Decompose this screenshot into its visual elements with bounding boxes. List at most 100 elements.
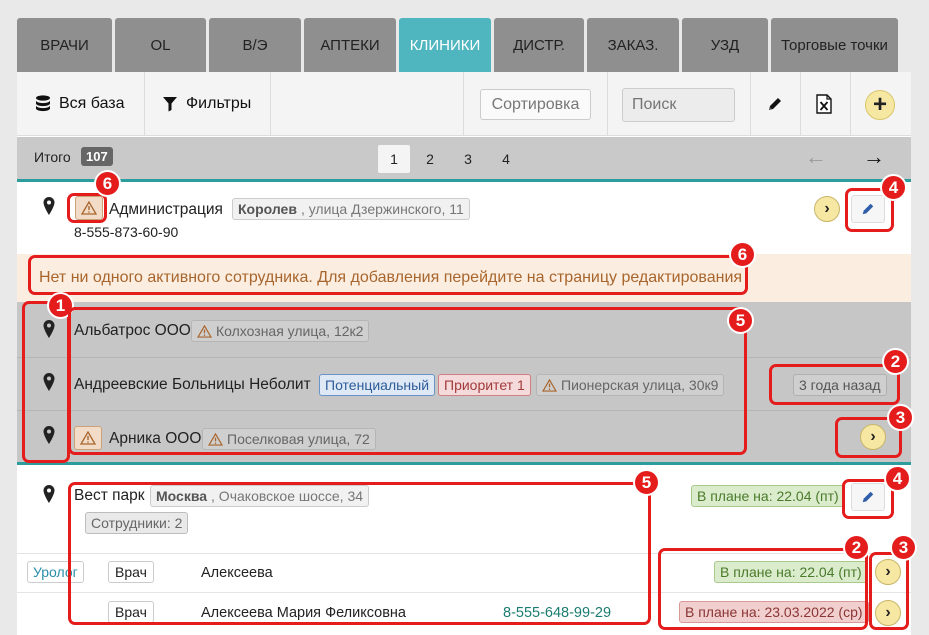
tab-clinics[interactable]: КЛИНИКИ bbox=[399, 18, 491, 72]
toolbar-divider bbox=[463, 72, 464, 136]
address-street: , улица Дзержинского, 11 bbox=[300, 201, 464, 217]
warning-icon bbox=[75, 196, 103, 220]
open-clinic-button[interactable]: › bbox=[860, 424, 886, 450]
filters-button[interactable]: Фильтры bbox=[162, 72, 251, 136]
tab-trade-points[interactable]: Торговые точки bbox=[771, 18, 898, 72]
plan-badge-overdue: В плане на: 23.03.2022 (ср) bbox=[679, 601, 869, 623]
employees-count-badge: Сотрудники: 2 bbox=[85, 512, 189, 534]
tab-ve[interactable]: В/Э bbox=[209, 18, 301, 72]
annotation-marker-5: 5 bbox=[727, 307, 754, 334]
pencil-icon bbox=[862, 203, 874, 215]
prev-page-icon[interactable]: ← bbox=[805, 146, 827, 168]
plan-badge: В плане на: 22.04 (пт) bbox=[691, 485, 845, 507]
employee-name[interactable]: Алексеева Мария Феликсовна bbox=[201, 605, 406, 621]
location-pin-icon[interactable] bbox=[42, 484, 56, 504]
open-employee-button[interactable]: › bbox=[875, 600, 901, 626]
total-count-badge: 107 bbox=[81, 147, 113, 166]
row-divider bbox=[17, 410, 911, 411]
next-page-icon[interactable]: → bbox=[863, 146, 885, 168]
export-excel-button[interactable] bbox=[816, 72, 832, 136]
clinic-name[interactable]: Альбатрос ООО bbox=[74, 322, 191, 340]
clinic-row-administration[interactable]: Администрация Королев, улица Дзержинског… bbox=[17, 182, 911, 254]
clinic-name[interactable]: Вест парк bbox=[74, 487, 145, 505]
specialty-badge: Уролог bbox=[27, 561, 84, 583]
filter-icon bbox=[163, 97, 177, 112]
edit-clinic-button[interactable] bbox=[851, 483, 885, 511]
annotation-marker-4: 4 bbox=[884, 465, 911, 492]
tab-uzd[interactable]: УЗД bbox=[682, 18, 768, 72]
annotation-marker-6: 6 bbox=[729, 241, 756, 268]
edit-mode-button[interactable] bbox=[767, 72, 783, 136]
sort-button[interactable]: Сортировка bbox=[480, 89, 591, 120]
toolbar: Вся база Фильтры Сортировка Поиск + bbox=[17, 72, 911, 136]
location-pin-icon[interactable] bbox=[42, 425, 56, 445]
clinic-address: Королев, улица Дзержинского, 11 bbox=[232, 198, 470, 220]
employee-phone[interactable]: 8-555-648-99-29 bbox=[503, 605, 611, 621]
annotation-marker-2: 2 bbox=[843, 534, 870, 561]
add-clinic-button[interactable]: + bbox=[865, 90, 895, 120]
inactive-clinics-group: Альбатрос ООО Колхозная улица, 12к2 Андр… bbox=[17, 302, 911, 462]
search-input[interactable] bbox=[622, 88, 735, 122]
employee-row[interactable]: Уролог Врач Алексеева В плане на: 22.04 … bbox=[17, 553, 911, 591]
open-employee-button[interactable]: › bbox=[875, 559, 901, 585]
clinic-name[interactable]: Андреевские Больницы Неболит bbox=[74, 376, 311, 394]
clinic-phone: 8-555-873-60-90 bbox=[74, 224, 179, 240]
chevron-right-icon: › bbox=[870, 428, 876, 445]
app-frame: ВРАЧИ OL В/Э АПТЕКИ КЛИНИКИ ДИСТР. ЗАКАЗ… bbox=[17, 0, 911, 635]
toolbar-divider bbox=[270, 72, 271, 136]
page-1-button[interactable]: 1 bbox=[378, 145, 410, 173]
page-3-button[interactable]: 3 bbox=[452, 145, 484, 173]
location-pin-icon[interactable] bbox=[42, 319, 56, 339]
clinic-address: Поселковая улица, 72 bbox=[202, 428, 376, 450]
annotation-marker-2: 2 bbox=[882, 348, 909, 375]
edit-clinic-button[interactable] bbox=[851, 195, 885, 223]
address-text: Поселковая улица, 72 bbox=[227, 431, 370, 447]
warning-icon bbox=[542, 378, 557, 392]
tab-ol[interactable]: OL bbox=[115, 18, 206, 72]
warning-text: Нет ни одного активного сотрудника. Для … bbox=[39, 269, 743, 286]
location-pin-icon[interactable] bbox=[42, 196, 56, 216]
annotation-marker-3: 3 bbox=[887, 404, 914, 431]
clinic-address: Москва, Очаковское шоссе, 34 bbox=[150, 485, 370, 507]
address-city: Королев bbox=[238, 201, 297, 217]
toolbar-divider bbox=[144, 72, 145, 136]
all-base-label: Вся база bbox=[59, 95, 125, 112]
tab-orders[interactable]: ЗАКАЗ. bbox=[587, 18, 679, 72]
clinic-address: Пионерская улица, 30к9 bbox=[536, 374, 725, 396]
address-text: Пионерская улица, 30к9 bbox=[561, 377, 719, 393]
location-pin-icon[interactable] bbox=[42, 372, 56, 392]
pagination-bar: Итого 107 1 2 3 4 ← → bbox=[17, 137, 911, 179]
address-text: Колхозная улица, 12к2 bbox=[216, 323, 364, 339]
clinic-name[interactable]: Администрация bbox=[109, 201, 223, 219]
no-employees-warning: Нет ни одного активного сотрудника. Для … bbox=[17, 254, 911, 302]
pencil-icon bbox=[862, 491, 874, 503]
role-badge: Врач bbox=[108, 561, 154, 583]
clinic-name[interactable]: Арника ООО bbox=[109, 430, 201, 448]
annotation-marker-5: 5 bbox=[633, 469, 660, 496]
employee-name[interactable]: Алексеева bbox=[201, 565, 273, 581]
warning-icon bbox=[74, 426, 102, 450]
annotation-marker-4: 4 bbox=[880, 174, 907, 201]
page-4-button[interactable]: 4 bbox=[490, 145, 522, 173]
pencil-icon bbox=[769, 98, 781, 110]
tab-pharmacies[interactable]: АПТЕКИ bbox=[304, 18, 396, 72]
tab-bar: ВРАЧИ OL В/Э АПТЕКИ КЛИНИКИ ДИСТР. ЗАКАЗ… bbox=[17, 0, 911, 72]
excel-icon bbox=[816, 94, 832, 114]
annotation-marker-6: 6 bbox=[94, 170, 121, 197]
plus-icon: + bbox=[872, 91, 887, 118]
warning-icon bbox=[197, 324, 212, 338]
tab-distributors[interactable]: ДИСТР. bbox=[494, 18, 584, 72]
row-divider bbox=[17, 357, 911, 358]
open-clinic-button[interactable]: › bbox=[814, 196, 840, 222]
clinic-row-vest-park[interactable]: Вест парк Москва, Очаковское шоссе, 34 С… bbox=[17, 465, 911, 549]
all-base-button[interactable]: Вся база bbox=[35, 72, 125, 136]
chevron-right-icon: › bbox=[885, 563, 891, 580]
priority-badge: Приоритет 1 bbox=[438, 374, 531, 396]
total-label: Итого bbox=[34, 149, 71, 165]
employee-row[interactable]: Врач Алексеева Мария Феликсовна 8-555-64… bbox=[17, 592, 911, 630]
page-2-button[interactable]: 2 bbox=[414, 145, 446, 173]
role-badge: Врач bbox=[108, 601, 154, 623]
filters-label: Фильтры bbox=[186, 95, 252, 112]
annotation-marker-3: 3 bbox=[890, 534, 917, 561]
tab-doctors[interactable]: ВРАЧИ bbox=[17, 18, 112, 72]
